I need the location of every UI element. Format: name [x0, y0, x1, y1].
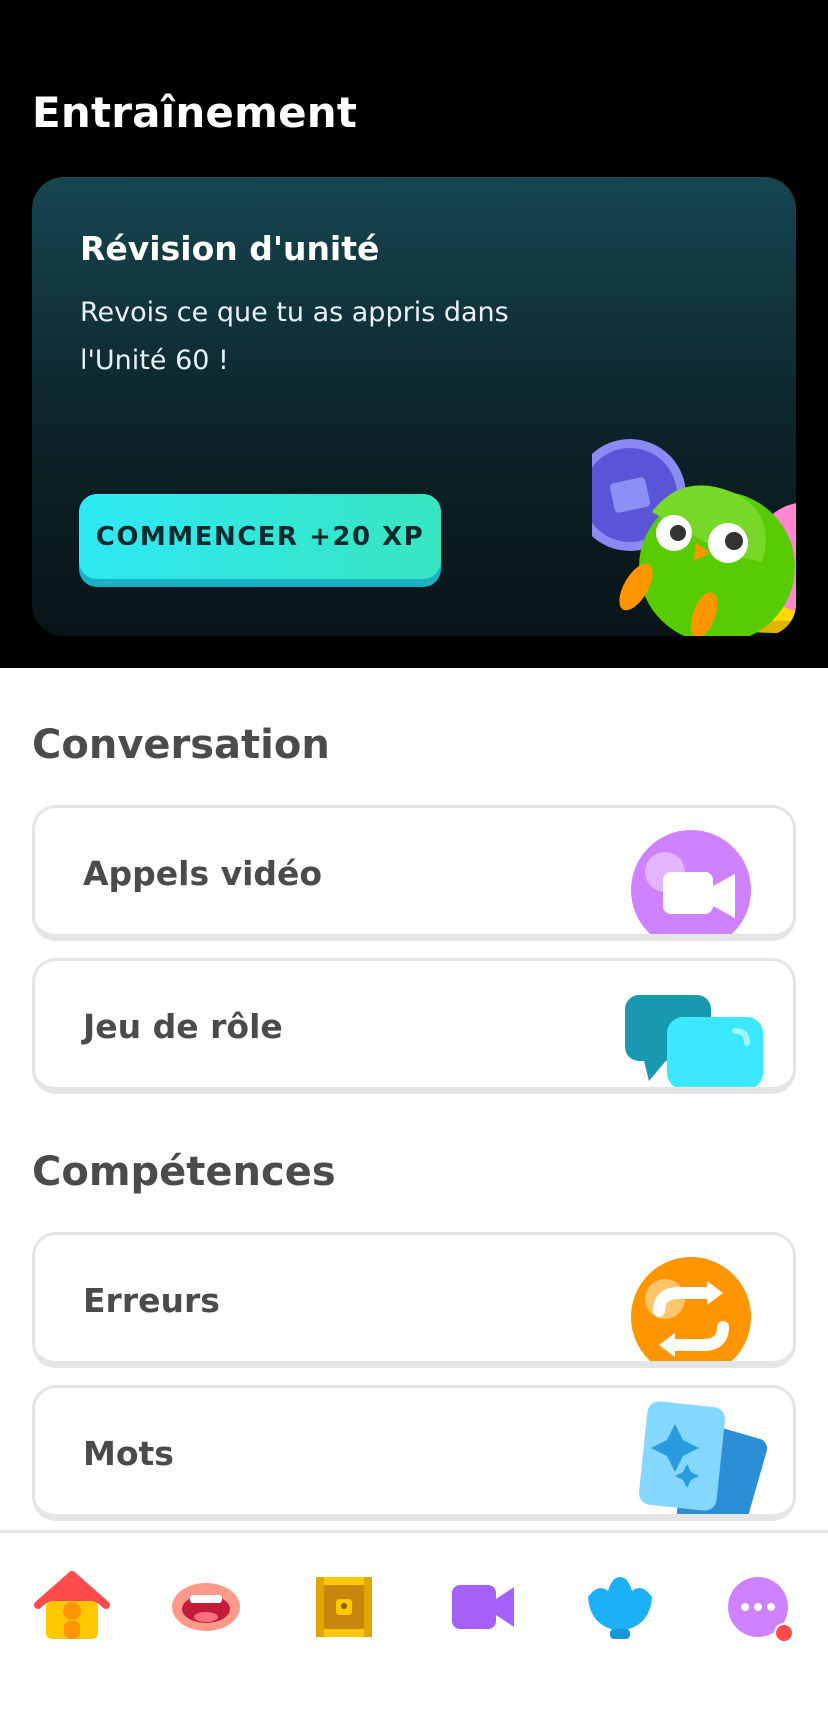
start-review-button[interactable]: COMMENCER +20 XP — [79, 494, 441, 587]
shell-icon[interactable] — [582, 1569, 658, 1645]
bottom-tab-bar — [0, 1530, 828, 1720]
conversation-section-title: Conversation — [32, 722, 330, 768]
flashcards-icon — [638, 1401, 767, 1514]
home-icon[interactable] — [34, 1569, 110, 1645]
mistakes-tile[interactable]: Erreurs — [32, 1232, 796, 1368]
mouth-icon[interactable] — [168, 1569, 244, 1645]
review-description: Revois ce que tu as appris dans l'Unité … — [80, 297, 509, 376]
repeat-icon — [631, 1257, 751, 1361]
role-play-label: Jeu de rôle — [83, 1007, 283, 1046]
treasure-chest-icon[interactable] — [306, 1569, 382, 1645]
mistakes-label: Erreurs — [83, 1281, 220, 1320]
unit-review-card: Révision d'unité Revois ce que tu as app… — [32, 177, 796, 636]
role-play-tile[interactable]: Jeu de rôle — [32, 958, 796, 1094]
more-icon[interactable] — [720, 1569, 796, 1645]
video-camera-icon[interactable] — [444, 1569, 520, 1645]
skills-section-title: Compétences — [32, 1149, 336, 1195]
video-call-label: Appels vidéo — [83, 854, 323, 893]
video-call-icon — [631, 830, 751, 934]
chat-bubbles-icon — [625, 995, 763, 1087]
review-title: Révision d'unité — [80, 229, 380, 268]
words-label: Mots — [83, 1434, 174, 1473]
start-review-button-label: COMMENCER +20 XP — [79, 494, 441, 579]
page-title: Entraînement — [32, 88, 358, 137]
video-call-tile[interactable]: Appels vidéo — [32, 805, 796, 941]
words-tile[interactable]: Mots — [32, 1385, 796, 1521]
notification-badge — [774, 1623, 794, 1643]
owl-mascot-illustration — [592, 439, 796, 636]
